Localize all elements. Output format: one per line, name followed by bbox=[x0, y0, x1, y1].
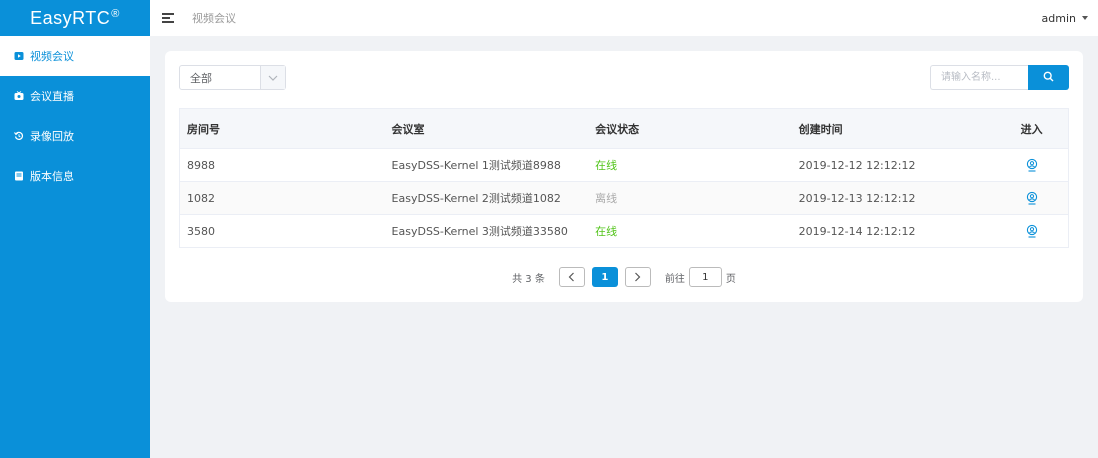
caret-down-icon bbox=[1082, 16, 1088, 20]
sidebar-item-video-meeting[interactable]: 视频会议 bbox=[0, 36, 150, 76]
sidebar-item-version-info[interactable]: 版本信息 bbox=[0, 156, 150, 196]
breadcrumb: 视频会议 bbox=[192, 12, 236, 25]
pagination-total: 共 3 条 bbox=[512, 273, 545, 285]
pagination: 共 3 条 1 前往 页 bbox=[165, 266, 1083, 288]
sidebar: EasyRTC ® 视频会议 会议直播 录像回放 版本信息 bbox=[0, 0, 150, 458]
logo-text: EasyRTC bbox=[30, 7, 111, 28]
select-value: 全部 bbox=[190, 71, 212, 85]
column-header-enter: 进入 bbox=[1020, 122, 1043, 136]
cell-room: 1082 bbox=[187, 191, 215, 205]
enter-room-icon[interactable] bbox=[1025, 224, 1039, 238]
cell-room: 3580 bbox=[187, 224, 215, 238]
live-icon bbox=[14, 91, 24, 101]
sidebar-item-label: 版本信息 bbox=[30, 170, 74, 183]
sidebar-item-label: 会议直播 bbox=[30, 90, 74, 103]
search-button[interactable] bbox=[1028, 65, 1069, 90]
cell-room: 8988 bbox=[187, 158, 215, 172]
user-menu[interactable]: admin bbox=[1042, 0, 1088, 36]
cell-status: 在线 bbox=[595, 159, 618, 172]
top-header: 视频会议 admin bbox=[150, 0, 1098, 36]
chevron-down-icon bbox=[260, 66, 285, 89]
cell-enter bbox=[995, 191, 1068, 205]
column-header-name: 会议室 bbox=[391, 122, 425, 136]
sidebar-item-label: 视频会议 bbox=[30, 50, 74, 63]
table-row: 3580 EasyDSS-Kernel 3测试频道33580 在线 2019-1… bbox=[180, 215, 1068, 248]
next-page-button[interactable] bbox=[624, 267, 651, 287]
prev-page-button[interactable] bbox=[558, 267, 585, 287]
column-header-created: 创建时间 bbox=[798, 122, 843, 136]
menu-toggle-icon[interactable] bbox=[162, 13, 174, 23]
cell-enter bbox=[995, 224, 1068, 238]
goto-page-input[interactable] bbox=[688, 267, 722, 287]
enter-room-icon[interactable] bbox=[1025, 158, 1039, 172]
cell-status: 离线 bbox=[595, 192, 618, 205]
cell-name: EasyDSS-Kernel 2测试频道1082 bbox=[391, 192, 561, 205]
cell-enter bbox=[995, 158, 1068, 172]
rooms-table: 房间号 会议室 会议状态 创建时间 进入 8988 EasyDSS-Kernel… bbox=[179, 108, 1069, 248]
chevron-left-icon bbox=[569, 272, 575, 282]
sidebar-item-label: 录像回放 bbox=[30, 130, 74, 143]
cell-created: 2019-12-12 12:12:12 bbox=[798, 158, 916, 172]
cell-name: EasyDSS-Kernel 3测试频道33580 bbox=[391, 225, 568, 238]
cell-status: 在线 bbox=[595, 225, 618, 238]
enter-room-icon[interactable] bbox=[1025, 191, 1039, 205]
sidebar-item-live[interactable]: 会议直播 bbox=[0, 76, 150, 116]
cell-created: 2019-12-13 12:12:12 bbox=[798, 191, 916, 205]
video-icon bbox=[14, 51, 24, 61]
sidebar-item-replay[interactable]: 录像回放 bbox=[0, 116, 150, 156]
column-header-status: 会议状态 bbox=[595, 122, 640, 136]
username: admin bbox=[1041, 11, 1076, 25]
replay-icon bbox=[14, 131, 24, 141]
goto-page: 前往 页 bbox=[665, 267, 736, 287]
cell-name: EasyDSS-Kernel 1测试频道8988 bbox=[391, 159, 561, 172]
app-logo: EasyRTC ® bbox=[0, 0, 150, 36]
table-row: 8988 EasyDSS-Kernel 1测试频道8988 在线 2019-12… bbox=[180, 149, 1068, 182]
goto-prefix: 前往 bbox=[664, 273, 685, 285]
search-icon bbox=[1043, 71, 1054, 85]
search-input[interactable] bbox=[930, 65, 1028, 90]
page-number-button[interactable]: 1 bbox=[591, 267, 618, 287]
table-row: 1082 EasyDSS-Kernel 2测试频道1082 离线 2019-12… bbox=[180, 182, 1068, 215]
cell-created: 2019-12-14 12:12:12 bbox=[798, 224, 916, 238]
goto-suffix: 页 bbox=[725, 273, 736, 285]
chevron-right-icon bbox=[635, 272, 641, 282]
table-header: 房间号 会议室 会议状态 创建时间 进入 bbox=[180, 109, 1068, 149]
content-card: 全部 房间号 会议室 会议状态 创建时间 进入 8988 EasyDSS-Ker… bbox=[165, 51, 1083, 302]
status-filter-select[interactable]: 全部 bbox=[179, 65, 286, 90]
registered-mark: ® bbox=[111, 8, 120, 20]
info-icon bbox=[14, 171, 24, 181]
column-header-room: 房间号 bbox=[187, 122, 220, 136]
